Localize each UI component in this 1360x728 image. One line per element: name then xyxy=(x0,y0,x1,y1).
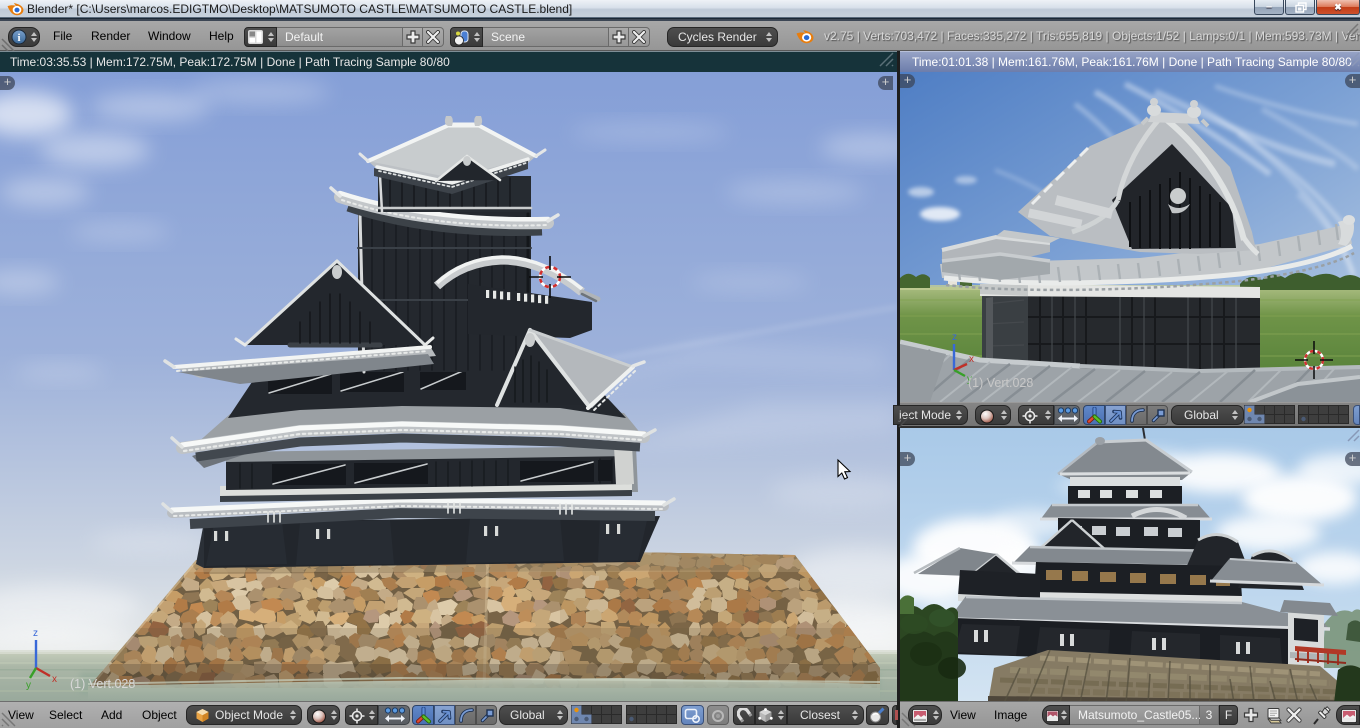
svg-text:y: y xyxy=(26,680,31,691)
svg-text:x: x xyxy=(969,354,974,365)
svg-text:(1) Vert.028: (1) Vert.028 xyxy=(968,376,1033,390)
svg-text:i: i xyxy=(17,32,20,44)
svg-text:z: z xyxy=(33,628,38,639)
svg-text:(1) Vert.028: (1) Vert.028 xyxy=(70,677,135,691)
svg-text:x: x xyxy=(52,674,57,685)
svg-text:z: z xyxy=(952,332,957,343)
